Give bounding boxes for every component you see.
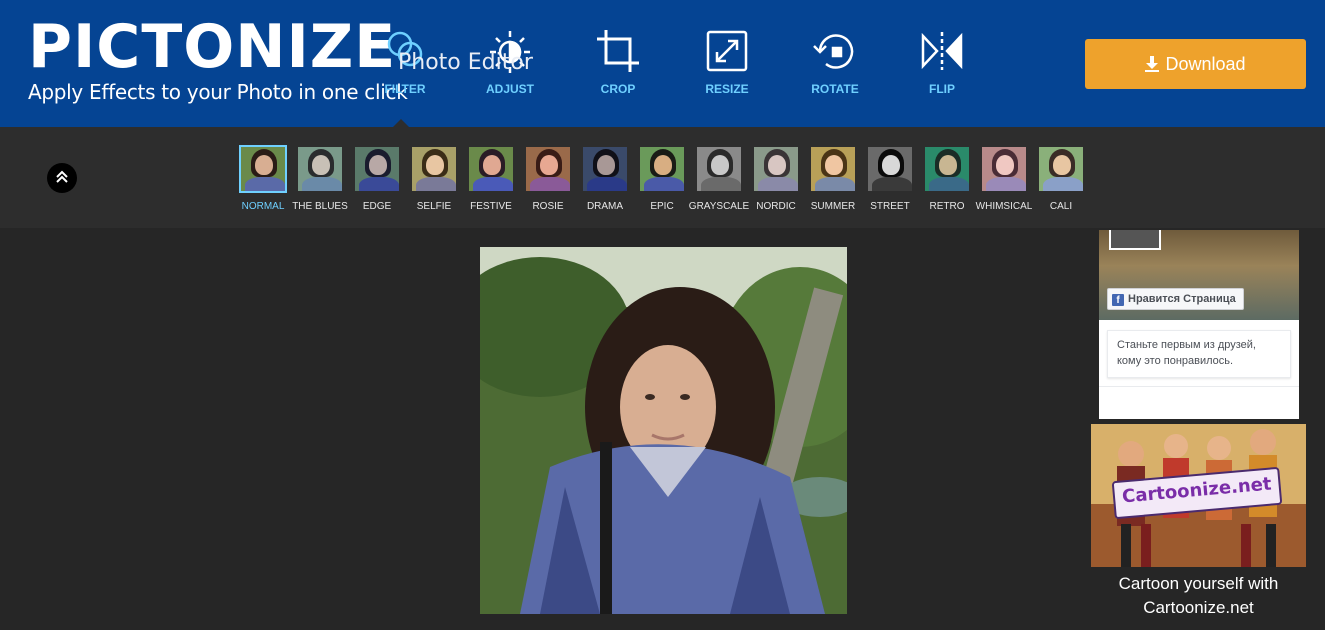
filter-thumbnail [638, 145, 686, 193]
filter-thumbnail [752, 145, 800, 193]
filter-summer[interactable]: SUMMER [806, 143, 860, 213]
filter-strip: NORMAL THE BLUES EDGE SELFIE FESTIVE ROSIE DRA… [0, 127, 1325, 228]
filter-whimsical[interactable]: WHIMSICAL [976, 143, 1032, 213]
filter-thumbnail [980, 145, 1028, 193]
filter-the-blues[interactable]: THE BLUES [292, 143, 348, 213]
resize-tool[interactable]: RESIZE [682, 28, 772, 100]
filter-thumbnail [353, 145, 401, 193]
filter-thumbnail [923, 145, 971, 193]
filter-thumbnail [524, 145, 572, 193]
facebook-icon: f [1112, 294, 1124, 306]
rotate-icon [813, 34, 854, 69]
download-button[interactable]: Download [1085, 39, 1306, 89]
download-label: Download [1165, 54, 1246, 74]
active-tool-pointer [393, 119, 409, 127]
filter-thumbnail [467, 145, 515, 193]
photo-image [480, 247, 847, 614]
filter-grayscale[interactable]: GRAYSCALE [689, 143, 749, 213]
filter-thumbnail [239, 145, 287, 193]
rotate-tool-label: ROTATE [811, 82, 859, 96]
filter-thumbnail [410, 145, 458, 193]
double-chevron-up-icon [56, 170, 68, 183]
filter-festive[interactable]: FESTIVE [464, 143, 518, 213]
filter-tool-label: FILTER [384, 82, 426, 96]
header: PICTONIZE Apply Effects to your Photo in… [0, 0, 1325, 127]
filter-thumbnail [581, 145, 629, 193]
download-icon [1145, 56, 1160, 72]
filter-normal[interactable]: NORMAL [236, 143, 290, 213]
flip-icon [921, 32, 963, 70]
facebook-footer [1099, 386, 1299, 419]
logo-text: PICTONIZE [28, 12, 397, 82]
flip-tool-label: FLIP [929, 82, 955, 96]
photo-editor-title: Photo Editor [398, 50, 533, 75]
crop-icon [597, 30, 639, 72]
pictonize-logo[interactable]: PICTONIZE [28, 12, 395, 82]
crop-tool[interactable]: CROP [573, 28, 663, 100]
crop-tool-label: CROP [600, 82, 636, 96]
facebook-like-label: Нравится Страница [1128, 293, 1236, 305]
filter-thumbnail [695, 145, 743, 193]
filter-retro[interactable]: RETRO [920, 143, 974, 213]
cartoonize-ad[interactable]: Cartoonize.net [1091, 424, 1306, 567]
facebook-widget: f Нравится Страница Станьте первым из дру… [1099, 230, 1299, 419]
main-photo [480, 247, 847, 614]
filter-thumbnail [1037, 145, 1085, 193]
ad-caption-line1: Cartoon yourself with [1118, 574, 1279, 593]
collapse-strip-button[interactable] [47, 163, 77, 193]
ad-caption[interactable]: Cartoon yourself with Cartoonize.net [1091, 572, 1306, 620]
tagline: Apply Effects to your Photo in one click [28, 80, 408, 104]
rotate-tool[interactable]: ROTATE [790, 28, 880, 100]
filter-epic[interactable]: EPIC [635, 143, 689, 213]
ad-caption-line2: Cartoonize.net [1143, 598, 1254, 617]
resize-icon [706, 30, 748, 72]
filter-selfie[interactable]: SELFIE [407, 143, 461, 213]
filter-nordic[interactable]: NORDIC [749, 143, 803, 213]
filter-cali[interactable]: CALI [1034, 143, 1088, 213]
adjust-tool-label: ADJUST [485, 82, 534, 96]
filter-thumbnail [866, 145, 914, 193]
resize-tool-label: RESIZE [705, 82, 749, 96]
filter-street[interactable]: STREET [863, 143, 917, 213]
filter-edge[interactable]: EDGE [350, 143, 404, 213]
ad-sign-text: Cartoonize.net [1121, 473, 1273, 508]
flip-tool[interactable]: FLIP [897, 28, 987, 100]
facebook-avatar[interactable] [1109, 230, 1161, 250]
facebook-friends-text: Станьте первым из друзей, кому это понра… [1107, 330, 1291, 378]
filter-drama[interactable]: DRAMA [578, 143, 632, 213]
filter-label: CALI [1049, 201, 1073, 212]
facebook-like-button[interactable]: f Нравится Страница [1107, 288, 1244, 310]
filter-thumbnail [809, 145, 857, 193]
filter-thumbnail [296, 145, 344, 193]
filter-rosie[interactable]: ROSIE [521, 143, 575, 213]
